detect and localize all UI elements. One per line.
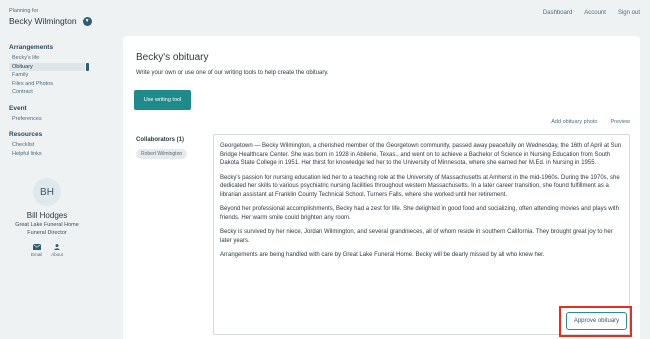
page-subtitle: Write your own or use one of our writing…	[136, 70, 329, 76]
person-icon	[54, 244, 61, 250]
obituary-paragraph: Becky is survived by her niece, Jordan W…	[220, 229, 613, 244]
about-link[interactable]: About	[51, 244, 63, 257]
approve-obituary-button[interactable]: Approve obituary	[566, 312, 627, 330]
nav-section-arrangements: Arrangements Becky's life Obituary Famil…	[9, 44, 104, 97]
director-role: Funeral Director	[27, 230, 67, 236]
obituary-paragraph: Georgetown — Becky Wilmington, a cherish…	[220, 143, 622, 166]
editor-actions: Add obituary photo Preview	[551, 119, 630, 125]
sidebar: Planning for Becky Wilmington ▼ Arrangem…	[0, 0, 104, 339]
account-link[interactable]: Account	[584, 10, 606, 16]
obituary-paragraph: Beyond her professional accomplishments,…	[220, 206, 619, 221]
planning-name: Becky Wilmington	[9, 16, 77, 26]
obituary-paragraph: Arrangements are being handled with care…	[220, 252, 545, 258]
sidebar-item-contract[interactable]: Contract	[9, 88, 85, 97]
sidebar-item-checklist[interactable]: Checklist	[9, 141, 85, 150]
collaborators-heading: Collaborators (1)	[136, 137, 185, 143]
obituary-text-editor[interactable]: Georgetown — Becky Wilmington, a cherish…	[213, 134, 630, 335]
sidebar-item-files-and-photos[interactable]: Files and Photos	[9, 80, 85, 89]
chevron-down-icon[interactable]: ▼	[82, 16, 92, 26]
avatar: BH	[33, 178, 61, 206]
add-obituary-photo-link[interactable]: Add obituary photo	[551, 119, 597, 125]
obituary-card: Becky's obituary Write your own or use o…	[123, 36, 640, 339]
planning-label: Planning for	[9, 8, 39, 14]
nav-section-event: Event Preferences	[9, 105, 104, 124]
sidebar-item-beckys-life[interactable]: Becky's life	[9, 54, 85, 63]
director-contact-row: Email About	[9, 244, 85, 257]
about-label: About	[51, 252, 64, 257]
director-card: BH Bill Hodges Great Lake Funeral Home F…	[9, 178, 85, 257]
nav-heading-event: Event	[9, 104, 27, 112]
director-org: Great Lake Funeral Home	[15, 222, 79, 228]
envelope-icon	[32, 244, 41, 250]
page-title: Becky's obituary	[136, 52, 209, 63]
planning-switcher[interactable]: Becky Wilmington ▼	[9, 16, 104, 26]
use-writing-tool-button[interactable]: Use writing tool	[134, 90, 191, 110]
obituary-paragraph: Becky's passion for nursing education le…	[220, 174, 620, 198]
nav-heading-arrangements: Arrangements	[9, 44, 54, 51]
sidebar-item-preferences[interactable]: Preferences	[9, 115, 85, 124]
sidebar-item-obituary[interactable]: Obituary	[9, 62, 89, 71]
director-name: Bill Hodges	[26, 211, 68, 220]
sidebar-item-helpful-links[interactable]: Helpful links	[9, 150, 85, 159]
preview-link[interactable]: Preview	[610, 119, 630, 125]
top-nav: Dashboard Account Sign out	[543, 10, 640, 16]
sidebar-item-family[interactable]: Family	[9, 71, 85, 80]
collaborator-chip[interactable]: Robert Wilmington	[136, 149, 188, 159]
dashboard-link[interactable]: Dashboard	[543, 10, 572, 16]
nav-section-resources: Resources Checklist Helpful links	[9, 131, 104, 158]
sign-out-link[interactable]: Sign out	[618, 10, 640, 16]
nav-heading-resources: Resources	[9, 131, 43, 138]
email-label: Email	[30, 252, 43, 257]
email-link[interactable]: Email	[31, 244, 42, 257]
